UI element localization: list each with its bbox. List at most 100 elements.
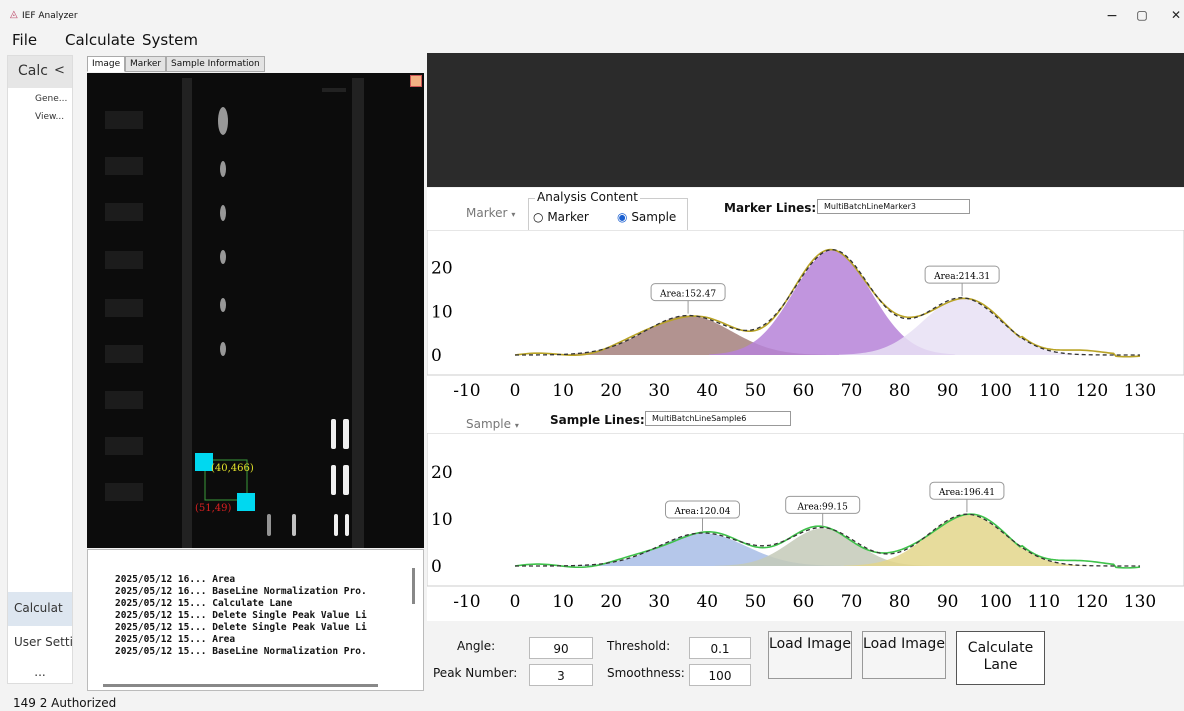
sample-lines-label: Sample Lines: — [550, 413, 645, 427]
x-tick-label: 10 — [552, 592, 574, 612]
gel-image[interactable]: (40,466) (51,49) — [87, 73, 424, 548]
log-line: 2025/05/12 15... Delete Single Peak Valu… — [115, 622, 367, 633]
peak-area-label: Area:120.04 — [673, 507, 730, 517]
x-tick-label: 90 — [937, 381, 959, 401]
radio-sample-label: Sample — [631, 210, 677, 224]
nav-more-button[interactable]: ... — [8, 656, 72, 690]
x-tick-label: 30 — [648, 592, 670, 612]
x-tick-label: 40 — [696, 381, 718, 401]
nav-header: Calc < — [8, 56, 72, 88]
x-tick-label: 70 — [841, 381, 863, 401]
x-tick-label: 130 — [1124, 592, 1156, 612]
control-panel: Angle: 90 Threshold: 0.1 Peak Number: 3 … — [427, 622, 1184, 690]
radio-unchecked-icon: ○ — [533, 210, 544, 224]
nav-user-settings[interactable]: User Setti — [8, 626, 72, 660]
marker-lines-label: Marker Lines: — [724, 201, 817, 215]
log-panel: 2025/05/12 16... Area 2025/05/12 16... B… — [87, 549, 424, 691]
peak-area-label: Area:196.41 — [938, 488, 995, 498]
x-tick-label: 100 — [980, 381, 1012, 401]
log-line: 2025/05/12 16... BaseLine Normalization … — [115, 586, 367, 597]
nav-item-general[interactable]: Gene... — [35, 94, 67, 104]
angle-label: Angle: — [457, 639, 496, 653]
close-button[interactable]: ✕ — [1164, 8, 1184, 22]
peak-area-label: Area:99.15 — [797, 502, 849, 512]
y-tick-label: 20 — [431, 463, 453, 483]
sample-chart: 0 10 20 -10 0 10 20 30 40 50 60 70 80 90 100 110 120 130 A… — [427, 433, 1184, 612]
log-line: 2025/05/12 15... Calculate Lane — [115, 598, 293, 609]
x-tick-label: 0 — [510, 592, 521, 612]
y-tick-label: 10 — [431, 302, 453, 322]
angle-input[interactable]: 90 — [529, 637, 593, 659]
log-horizontal-scrollbar[interactable] — [103, 684, 378, 687]
x-tick-label: 20 — [600, 592, 622, 612]
sample-lines-field[interactable]: MultiBatchLineSample6 — [645, 411, 791, 426]
tab-image[interactable]: Image — [87, 56, 126, 72]
window-title: IEF Analyzer — [22, 11, 78, 21]
marker-lines-field[interactable]: MultiBatchLineMarker3 — [817, 199, 970, 214]
image-toolbar-icon[interactable] — [410, 75, 422, 87]
menu-system[interactable]: System — [142, 31, 198, 49]
marker-chart: 0 10 20 -10 0 10 20 30 40 50 60 70 80 90 100 110 120 130 A… — [427, 230, 1184, 401]
x-tick-label: 90 — [937, 592, 959, 612]
smoothness-input[interactable]: 100 — [689, 664, 751, 686]
menu-file[interactable]: File — [12, 31, 37, 49]
analysis-content-group: Analysis Content ○ Marker ◉ Sample — [528, 190, 688, 232]
sample-dropdown[interactable]: Sample ▾ — [466, 417, 519, 431]
nav-calculate[interactable]: Calculat — [8, 592, 72, 626]
threshold-label: Threshold: — [607, 639, 671, 653]
log-line: 2025/05/12 15... Area — [115, 634, 236, 645]
marker-dropdown-label: Marker — [466, 206, 508, 220]
menu-calculate[interactable]: Calculate — [65, 31, 135, 49]
peak-area-label: Area:152.47 — [659, 290, 716, 300]
x-tick-label: 30 — [648, 381, 670, 401]
log-vertical-scrollbar[interactable] — [412, 568, 415, 604]
chevron-down-icon: ▾ — [511, 210, 516, 219]
radio-checked-icon: ◉ — [617, 210, 628, 224]
tab-marker[interactable]: Marker — [125, 56, 167, 72]
x-tick-label: 70 — [841, 592, 863, 612]
left-nav: Calc < Gene... View... Calculat User Set… — [7, 55, 73, 684]
threshold-input[interactable]: 0.1 — [689, 637, 751, 659]
load-image-button-2[interactable]: Load Image — [862, 631, 946, 679]
smoothness-label: Smoothness: — [607, 666, 685, 680]
minimize-button[interactable]: − — [1100, 8, 1124, 24]
nav-item-view[interactable]: View... — [35, 112, 64, 122]
x-tick-label: 50 — [745, 592, 767, 612]
nav-header-label: Calc — [18, 63, 48, 79]
log-line: 2025/05/12 15... Delete Single Peak Valu… — [115, 610, 367, 621]
y-tick-label: 10 — [431, 510, 453, 530]
marker-point-2-label: (51,49) — [195, 503, 232, 514]
x-tick-label: 80 — [889, 381, 911, 401]
x-tick-label: 10 — [552, 381, 574, 401]
calculate-lane-button[interactable]: Calculate Lane — [956, 631, 1045, 685]
x-tick-label: 50 — [745, 381, 767, 401]
tab-sample-information[interactable]: Sample Information — [166, 56, 265, 72]
gel-image-canvas: (40,466) (51,49) — [105, 78, 364, 548]
x-tick-label: 110 — [1028, 381, 1060, 401]
load-image-button[interactable]: Load Image — [768, 631, 852, 679]
marker-point-1-label: (40,466) — [211, 463, 254, 474]
title-bar: ◬ IEF Analyzer − ▢ ✕ — [0, 0, 1184, 30]
x-tick-label: -10 — [453, 592, 480, 612]
sample-dropdown-label: Sample — [466, 417, 511, 431]
marker-dropdown[interactable]: Marker ▾ — [466, 206, 515, 220]
peak-number-label: Peak Number: — [433, 666, 518, 680]
status-bar: 149 2 Authorized — [13, 696, 117, 710]
x-tick-label: 20 — [600, 381, 622, 401]
radio-marker-label: Marker — [547, 210, 589, 224]
x-tick-label: 100 — [980, 592, 1012, 612]
analysis-content-legend: Analysis Content — [535, 190, 640, 204]
peak-area-label: Area:214.31 — [933, 272, 990, 282]
log-line: 2025/05/12 15... BaseLine Normalization … — [115, 646, 367, 657]
lane-preview — [427, 53, 1184, 187]
x-tick-label: 120 — [1076, 592, 1108, 612]
peak-number-input[interactable]: 3 — [529, 664, 593, 686]
radio-marker[interactable]: ○ Marker — [533, 210, 589, 224]
radio-sample[interactable]: ◉ Sample — [617, 210, 676, 224]
y-tick-label: 0 — [431, 557, 442, 577]
collapse-nav-button[interactable]: < — [54, 63, 65, 78]
app-logo-icon: ◬ — [10, 9, 18, 20]
x-tick-label: 130 — [1124, 381, 1156, 401]
maximize-button[interactable]: ▢ — [1130, 8, 1154, 22]
x-tick-label: 0 — [510, 381, 521, 401]
